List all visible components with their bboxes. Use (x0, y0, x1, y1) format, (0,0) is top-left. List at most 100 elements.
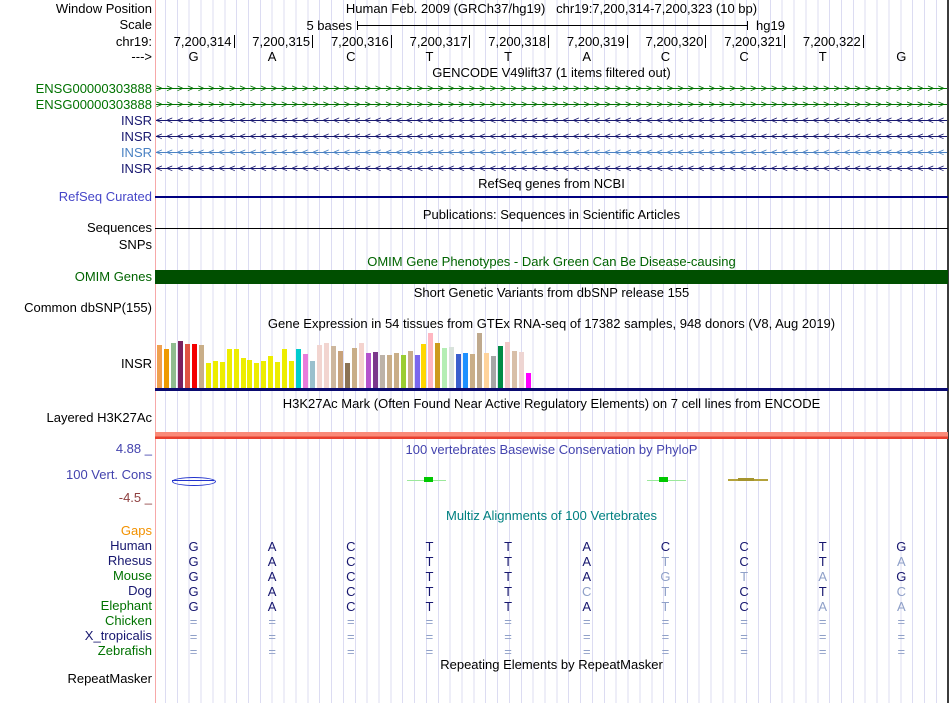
multiz-cell: = (347, 644, 355, 659)
gtex-tissue-bar[interactable] (372, 351, 378, 389)
omim-gene-bar[interactable] (155, 270, 948, 284)
snps-label[interactable]: SNPs (119, 238, 152, 252)
gtex-tissue-bar[interactable] (435, 342, 441, 389)
gtex-tissue-bar[interactable] (163, 348, 169, 389)
gene-row-INSR[interactable]: <<<<<<<<<<<<<<<<<<<<<<<<<<<<<<<<<<<<<<<<… (156, 129, 947, 145)
gtex-tissue-bar[interactable] (184, 343, 190, 389)
gene-row-ENSG00000303888[interactable]: >>>>>>>>>>>>>>>>>>>>>>>>>>>>>>>>>>>>>>>>… (156, 81, 947, 97)
gtex-tissue-bar[interactable] (331, 345, 336, 389)
gtex-tissue-bar[interactable] (205, 362, 211, 389)
gtex-tissue-bar[interactable] (456, 353, 462, 389)
gtex-tissue-bar[interactable] (407, 350, 413, 389)
refseq-curated-item[interactable] (155, 196, 948, 198)
gtex-tissue-bar[interactable] (358, 342, 364, 389)
gtex-tissue-bar[interactable] (226, 348, 232, 389)
phylop-mark-positive[interactable] (659, 477, 668, 482)
gtex-tissue-bar[interactable] (219, 361, 225, 389)
gene-label-INSR[interactable]: INSR (121, 146, 152, 160)
multiz-species-Rhesus[interactable]: Rhesus (108, 554, 152, 568)
gtex-tissue-bar[interactable] (344, 362, 350, 389)
gtex-tissue-bar[interactable] (351, 347, 357, 389)
multiz-species-Mouse[interactable]: Mouse (113, 569, 152, 583)
gene-label-INSR[interactable]: INSR (121, 162, 152, 176)
multiz-species-Elephant[interactable]: Elephant (101, 599, 152, 613)
gtex-tissue-bar[interactable] (233, 348, 239, 389)
gtex-tissue-bar[interactable] (268, 355, 274, 389)
gtex-tissue-bar[interactable] (470, 353, 476, 389)
gene-label-INSR[interactable]: INSR (121, 130, 152, 144)
sequences-item[interactable] (155, 228, 948, 229)
multiz-species-Gaps[interactable]: Gaps (121, 524, 152, 538)
gene-row-INSR[interactable]: <<<<<<<<<<<<<<<<<<<<<<<<<<<<<<<<<<<<<<<<… (156, 145, 947, 161)
gene-row-INSR[interactable]: <<<<<<<<<<<<<<<<<<<<<<<<<<<<<<<<<<<<<<<<… (156, 113, 947, 129)
multiz-cell: = (189, 629, 198, 644)
gtex-tissue-bar[interactable] (282, 348, 288, 389)
multiz-species-Chicken[interactable]: Chicken (105, 614, 152, 628)
multiz-species-Zebrafish[interactable]: Zebrafish (98, 644, 152, 658)
sequences-label[interactable]: Sequences (87, 221, 152, 235)
gtex-tissue-bar[interactable] (463, 352, 469, 389)
gtex-tissue-bar[interactable] (170, 342, 176, 389)
gtex-tissue-bar[interactable] (498, 345, 504, 389)
gtex-tissue-bar[interactable] (365, 352, 371, 389)
repeatmasker-label[interactable]: RepeatMasker (67, 672, 152, 686)
gtex-tissue-bar[interactable] (303, 353, 309, 389)
gene-label-ENSG00000303888[interactable]: ENSG00000303888 (36, 82, 152, 96)
gtex-tissue-bar[interactable] (289, 360, 295, 389)
gtex-tissue-bar[interactable] (177, 340, 183, 389)
multiz-species-Dog[interactable]: Dog (128, 584, 152, 598)
multiz-cell: C (346, 554, 356, 569)
gtex-tissue-bar[interactable] (254, 362, 260, 389)
gtex-tissue-bar[interactable] (428, 332, 434, 389)
gtex-tissue-bar[interactable] (386, 354, 392, 389)
gtex-tissue-bar[interactable] (442, 347, 448, 389)
multiz-cell: A (818, 599, 828, 614)
gtex-tissue-bar[interactable] (157, 344, 162, 389)
gtex-tissue-bar[interactable] (525, 372, 531, 389)
multiz-cell: C (346, 569, 356, 584)
gene-row-INSR[interactable]: <<<<<<<<<<<<<<<<<<<<<<<<<<<<<<<<<<<<<<<<… (156, 161, 947, 177)
gtex-tissue-bar[interactable] (317, 344, 323, 389)
gtex-tissue-bar[interactable] (324, 342, 330, 389)
gtex-tissue-bar[interactable] (511, 350, 517, 389)
gtex-tissue-bar[interactable] (275, 361, 281, 389)
common-dbsnp-label[interactable]: Common dbSNP(155) (24, 301, 152, 315)
gene-label-ENSG00000303888[interactable]: ENSG00000303888 (36, 98, 152, 112)
gtex-tissue-bar[interactable] (191, 343, 197, 389)
gtex-tissue-bar[interactable] (379, 354, 385, 389)
gtex-tissue-bar[interactable] (198, 344, 204, 389)
gtex-tissue-bar[interactable] (484, 352, 490, 389)
ruler-position-7,200,316: 7,200,316 (319, 35, 392, 48)
multiz-cell: T (504, 554, 513, 569)
gtex-tissue-bar[interactable] (240, 357, 246, 389)
phylop-track-label[interactable]: 100 Vert. Cons (66, 468, 152, 482)
multiz-species-X_tropicalis[interactable]: X_tropicalis (85, 629, 152, 643)
gtex-tissue-bar[interactable] (247, 359, 253, 389)
gtex-tissue-bar[interactable] (518, 351, 524, 389)
gtex-tissue-bar[interactable] (261, 360, 267, 389)
gtex-tissue-bar[interactable] (477, 332, 483, 389)
gtex-tissue-bar[interactable] (414, 354, 420, 389)
phylop-mark-negative[interactable] (172, 477, 216, 486)
gene-label-INSR[interactable]: INSR (121, 114, 152, 128)
gtex-gene-label[interactable]: INSR (121, 357, 152, 371)
gtex-tissue-bar[interactable] (505, 341, 510, 389)
gtex-tissue-bar[interactable] (491, 355, 497, 389)
gtex-tissue-bar[interactable] (449, 346, 455, 389)
h3k27ac-signal-bar[interactable] (155, 432, 948, 439)
gtex-tissue-bar[interactable] (310, 360, 316, 389)
layered-h3k27ac-label[interactable]: Layered H3K27Ac (46, 411, 152, 425)
gtex-tissue-bar[interactable] (337, 350, 343, 389)
gtex-tissue-bar[interactable] (421, 343, 427, 389)
gtex-tissue-bar[interactable] (393, 352, 399, 389)
gene-row-ENSG00000303888[interactable]: >>>>>>>>>>>>>>>>>>>>>>>>>>>>>>>>>>>>>>>>… (156, 97, 947, 113)
omim-genes-label[interactable]: OMIM Genes (75, 270, 152, 284)
refseq-curated-label[interactable]: RefSeq Curated (59, 190, 152, 204)
base-letter: C (660, 49, 671, 64)
multiz-species-Human[interactable]: Human (110, 539, 152, 553)
scale-bar-right-tick (747, 21, 748, 30)
phylop-mark-positive[interactable] (424, 477, 433, 482)
gtex-tissue-bar[interactable] (400, 354, 406, 389)
gtex-tissue-bar[interactable] (296, 348, 302, 389)
gtex-tissue-bar[interactable] (212, 360, 218, 389)
